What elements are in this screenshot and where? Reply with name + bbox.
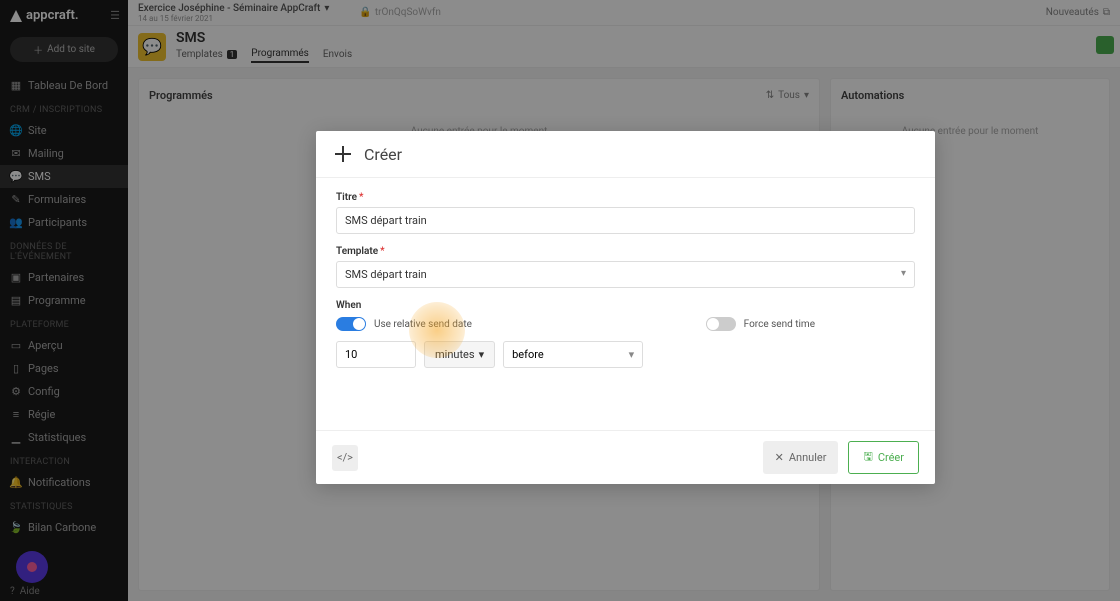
cancel-button[interactable]: ✕ Annuler xyxy=(763,441,839,474)
close-icon: ✕ xyxy=(775,451,784,464)
force-toggle-label: Force send time xyxy=(744,319,815,330)
force-toggle[interactable] xyxy=(706,317,736,331)
titre-input[interactable] xyxy=(336,207,915,234)
save-icon: 🖫 xyxy=(863,448,872,467)
modal-header: Créer xyxy=(316,131,935,178)
code-view-button[interactable]: </> xyxy=(332,445,358,471)
relative-toggle-label: Use relative send date xyxy=(374,319,472,330)
create-modal: Créer Titre* Template* SMS départ train … xyxy=(316,131,935,484)
create-label: Créer xyxy=(878,451,904,464)
plus-icon xyxy=(332,143,354,165)
titre-label: Titre* xyxy=(336,192,915,203)
number-input[interactable] xyxy=(336,341,416,368)
cancel-label: Annuler xyxy=(789,451,827,464)
template-value: SMS départ train xyxy=(345,268,427,281)
code-icon: </> xyxy=(337,451,353,464)
before-after-select[interactable]: before xyxy=(503,341,643,368)
template-label: Template* xyxy=(336,246,915,257)
chevron-down-icon: ▾ xyxy=(479,348,485,361)
unit-value: minutes xyxy=(435,348,475,361)
unit-select[interactable]: minutes ▾ xyxy=(424,341,495,368)
befaft-value: before xyxy=(512,348,544,361)
modal-title: Créer xyxy=(364,145,402,164)
when-label: When xyxy=(336,300,915,311)
modal-footer: </> ✕ Annuler 🖫 Créer xyxy=(316,430,935,484)
relative-toggle[interactable] xyxy=(336,317,366,331)
create-button[interactable]: 🖫 Créer xyxy=(848,441,919,474)
template-select[interactable]: SMS départ train xyxy=(336,261,915,288)
